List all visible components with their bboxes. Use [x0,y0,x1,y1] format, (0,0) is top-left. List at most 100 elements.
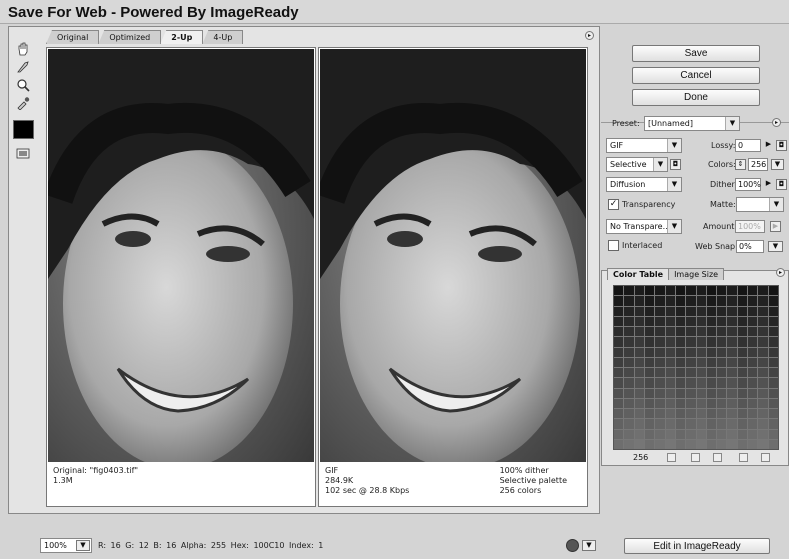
color-swatch[interactable] [634,357,644,367]
color-swatch[interactable] [717,306,727,316]
color-swatch[interactable] [737,357,748,367]
color-swatch[interactable] [655,429,665,439]
amount-field[interactable]: 100% [735,220,765,233]
color-swatch[interactable] [655,357,665,367]
color-swatch[interactable] [644,388,655,398]
color-swatch[interactable] [737,429,748,439]
color-swatch[interactable] [644,296,655,306]
color-swatch[interactable] [768,378,778,388]
color-swatch[interactable] [634,306,644,316]
color-swatch[interactable] [768,316,778,326]
color-swatch[interactable] [696,429,706,439]
color-swatch[interactable] [644,429,655,439]
color-swatch[interactable] [717,327,727,337]
color-swatch[interactable] [675,439,686,449]
color-swatch[interactable] [644,316,655,326]
color-swatch[interactable] [655,306,665,316]
color-swatch[interactable] [686,357,696,367]
tab-color-table[interactable]: Color Table [607,268,670,280]
color-swatch[interactable] [748,357,758,367]
color-swatch[interactable] [675,327,686,337]
color-swatch[interactable] [686,439,696,449]
color-swatch[interactable] [686,296,696,306]
color-swatch[interactable] [624,357,634,367]
color-swatch[interactable] [706,337,717,347]
colors-stepper-icon[interactable]: ⇕ [735,159,746,170]
color-swatch[interactable] [644,337,655,347]
color-swatch[interactable] [727,337,737,347]
color-swatch[interactable] [675,337,686,347]
color-swatch[interactable] [727,316,737,326]
color-swatch[interactable] [644,357,655,367]
color-swatch[interactable] [665,347,675,357]
color-swatch[interactable] [665,388,675,398]
color-swatch[interactable] [665,429,675,439]
color-swatch[interactable] [706,388,717,398]
color-swatch[interactable] [758,337,768,347]
color-swatch[interactable] [686,378,696,388]
color-swatch[interactable] [737,439,748,449]
color-swatch[interactable] [737,388,748,398]
color-swatch[interactable] [727,388,737,398]
color-swatch[interactable] [624,439,634,449]
color-swatch[interactable] [737,347,748,357]
trash-icon[interactable] [761,453,770,462]
color-swatch[interactable] [665,296,675,306]
color-swatch[interactable] [748,337,758,347]
color-swatch[interactable] [706,368,717,378]
color-swatch[interactable] [727,286,737,296]
color-swatch[interactable] [655,368,665,378]
color-swatch[interactable] [665,327,675,337]
color-swatch[interactable] [768,388,778,398]
dither-arrow-icon[interactable]: ▶ [763,179,774,190]
color-swatch[interactable] [675,316,686,326]
color-swatch[interactable] [655,419,665,429]
color-swatch[interactable] [614,337,624,347]
color-swatch[interactable] [665,286,675,296]
color-swatch[interactable] [727,347,737,357]
color-swatch[interactable] [665,398,675,408]
zoom-icon[interactable] [14,76,32,94]
color-swatch[interactable] [737,306,748,316]
color-table-grid[interactable] [613,285,779,450]
color-swatch[interactable] [717,357,727,367]
color-swatch[interactable] [768,419,778,429]
color-swatch[interactable] [727,439,737,449]
color-swatch[interactable] [758,398,768,408]
color-swatch[interactable] [727,409,737,419]
color-swatch[interactable] [748,296,758,306]
color-swatch[interactable] [706,306,717,316]
color-swatch[interactable] [706,296,717,306]
color-swatch[interactable] [614,316,624,326]
color-swatch[interactable] [717,398,727,408]
color-swatch[interactable] [624,388,634,398]
color-swatch[interactable] [675,357,686,367]
color-swatch[interactable] [696,388,706,398]
color-swatch[interactable] [768,327,778,337]
color-swatch[interactable] [614,306,624,316]
color-swatch[interactable] [696,327,706,337]
color-swatch[interactable] [706,409,717,419]
color-swatch[interactable] [634,347,644,357]
color-swatch[interactable] [614,429,624,439]
color-swatch[interactable] [665,368,675,378]
color-swatch[interactable] [696,347,706,357]
color-swatch[interactable] [706,429,717,439]
color-swatch[interactable] [634,419,644,429]
color-swatch[interactable] [706,316,717,326]
color-swatch[interactable] [758,429,768,439]
color-swatch[interactable] [614,286,624,296]
color-swatch[interactable] [737,378,748,388]
color-swatch[interactable] [644,368,655,378]
tab-image-size[interactable]: Image Size [668,268,725,280]
tab-4-up[interactable]: 4-Up [202,30,244,44]
color-swatch[interactable] [696,378,706,388]
color-swatch[interactable] [655,409,665,419]
color-swatch[interactable] [644,306,655,316]
done-button[interactable]: Done [632,89,760,106]
color-swatch[interactable] [717,337,727,347]
color-swatch[interactable] [748,327,758,337]
color-swatch[interactable] [727,296,737,306]
color-swatch[interactable] [644,439,655,449]
color-swatch[interactable] [737,368,748,378]
